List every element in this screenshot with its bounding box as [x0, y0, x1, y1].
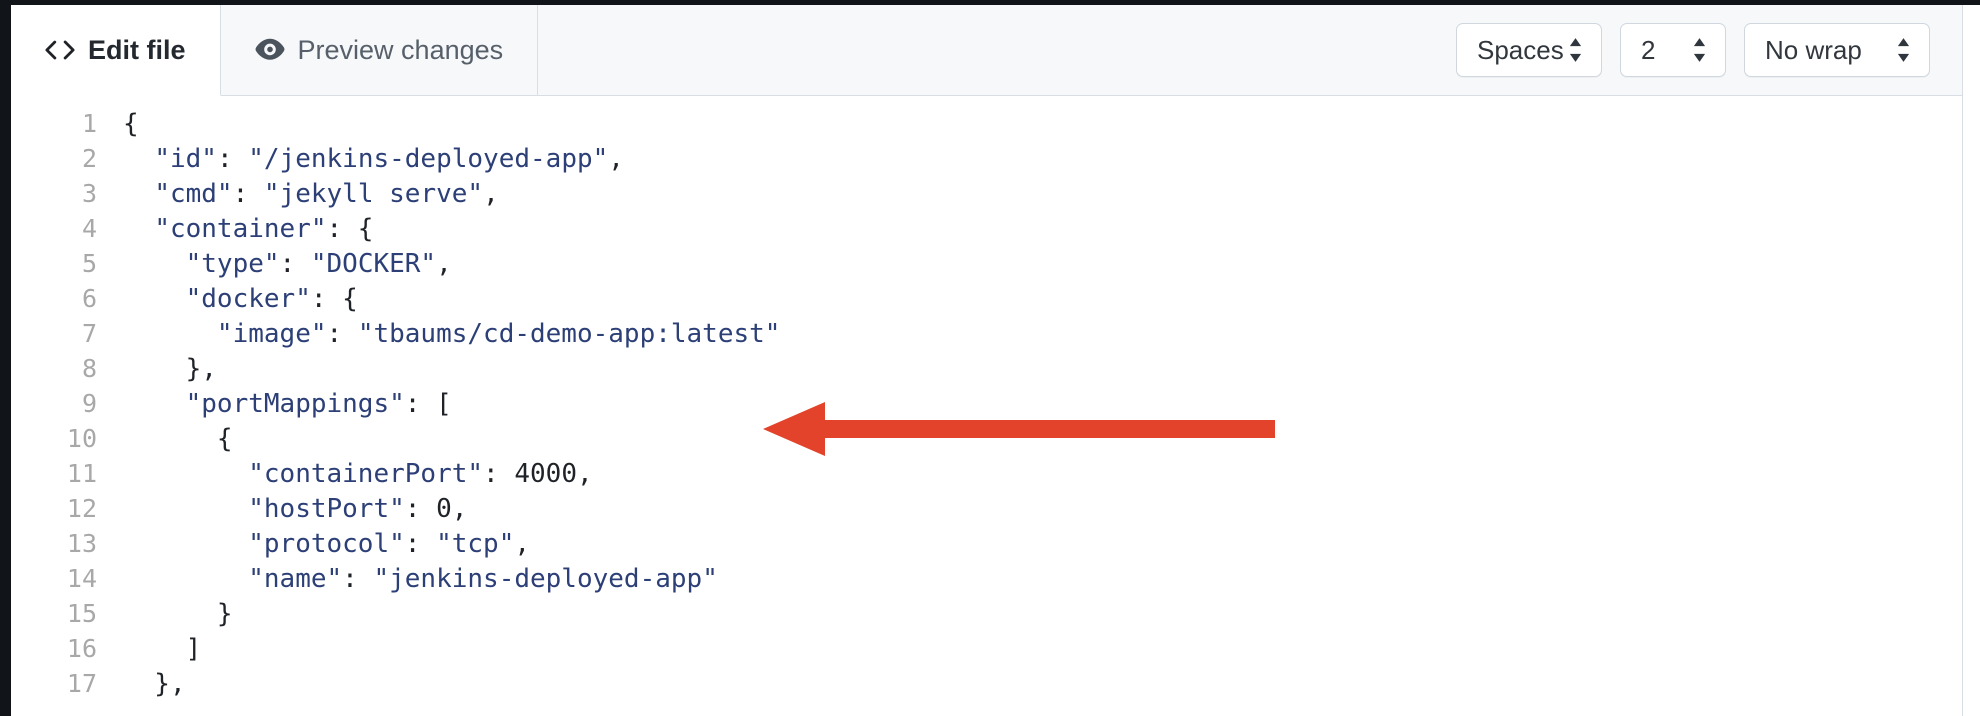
code-line-text: "containerPort": 4000, [248, 459, 593, 489]
line-number: 1 [81, 109, 97, 138]
tab-preview-changes[interactable]: Preview changes [221, 5, 539, 95]
code-line-text: } [123, 599, 233, 629]
code-line-text: { [123, 424, 233, 454]
code-lines: 1{2 "id": "/jenkins-deployed-app", 3 "cmd… [11, 106, 1962, 701]
code-line-text: "image": "tbaums/cd-demo-app:latest" [216, 319, 781, 349]
indent-mode-select[interactable]: Spaces [1456, 23, 1602, 77]
line-number: 16 [66, 634, 97, 663]
editor-header-controls: Spaces 2 No wrap [1456, 5, 1962, 95]
code-line: 14 "name": "jenkins-deployed-app" [11, 561, 1962, 596]
code-line-text: "hostPort": 0, [248, 494, 468, 524]
code-line: 7 "image": "tbaums/cd-demo-app:latest" [11, 316, 1962, 351]
editor-tablist: Edit file Preview changes [11, 5, 539, 96]
code-line-text: "cmd": "jekyll serve", [154, 179, 499, 209]
line-number: 9 [81, 389, 97, 418]
code-line-text: ] [123, 634, 202, 664]
code-line-text: "docker": { [185, 284, 358, 314]
chevron-updown-icon [1894, 36, 1913, 64]
code-line: 6 "docker": { [11, 281, 1962, 316]
chevron-updown-icon [1690, 36, 1709, 64]
line-number: 3 [81, 179, 97, 208]
indent-mode-value: Spaces [1477, 34, 1564, 65]
line-number: 10 [66, 424, 97, 453]
line-number: 15 [66, 599, 97, 628]
line-number: 11 [66, 459, 97, 488]
code-line-text: { [123, 109, 139, 139]
indent-size-value: 2 [1641, 34, 1656, 65]
code-line-text: "name": "jenkins-deployed-app" [248, 564, 718, 594]
screenshot-root: Edit file Preview changes Spaces 2 No wr… [0, 0, 1980, 716]
wrap-mode-select[interactable]: No wrap [1744, 23, 1930, 77]
code-line-text: "portMappings": [ [185, 389, 452, 419]
code-line: 13 "protocol": "tcp", [11, 526, 1962, 561]
code-icon [45, 35, 75, 65]
code-line-text: "id": "/jenkins-deployed-app", [154, 144, 624, 174]
code-line: 1{ [11, 106, 1962, 141]
code-line-text: }, [123, 669, 186, 699]
line-number: 7 [81, 319, 97, 348]
eye-icon [255, 35, 285, 65]
line-number: 12 [66, 494, 97, 523]
code-editor-content[interactable]: 1{2 "id": "/jenkins-deployed-app", 3 "cmd… [11, 96, 1962, 715]
window-right-rule [1962, 5, 1963, 716]
code-line: 4 "container": { [11, 211, 1962, 246]
line-number: 2 [81, 144, 97, 173]
line-number: 6 [81, 284, 97, 313]
code-line: 17 }, [11, 666, 1962, 701]
code-line: 15 } [11, 596, 1962, 631]
code-line: 9 "portMappings": [ [11, 386, 1962, 421]
code-line: 10 { [11, 421, 1962, 456]
code-line-text: }, [123, 354, 217, 384]
indent-size-select[interactable]: 2 [1620, 23, 1726, 77]
code-line: 12 "hostPort": 0, [11, 491, 1962, 526]
line-number: 8 [81, 354, 97, 383]
line-number: 4 [81, 214, 97, 243]
line-number: 17 [66, 669, 97, 698]
window-left-edge [0, 0, 11, 716]
line-number: 13 [66, 529, 97, 558]
code-line: 16 ] [11, 631, 1962, 666]
code-line: 5 "type": "DOCKER", [11, 246, 1962, 281]
code-line: 8 }, [11, 351, 1962, 386]
code-line-text: "type": "DOCKER", [185, 249, 452, 279]
tab-preview-changes-label: Preview changes [297, 34, 504, 65]
file-editor: Edit file Preview changes Spaces 2 No wr… [11, 5, 1962, 716]
line-number: 14 [66, 564, 97, 593]
wrap-mode-value: No wrap [1765, 34, 1862, 65]
code-line: 3 "cmd": "jekyll serve", [11, 176, 1962, 211]
tab-edit-file[interactable]: Edit file [11, 5, 221, 96]
line-number: 5 [81, 249, 97, 278]
code-line-text: "container": { [154, 214, 374, 244]
code-line-text: "protocol": "tcp", [248, 529, 531, 559]
tab-edit-file-label: Edit file [88, 34, 186, 65]
code-line: 2 "id": "/jenkins-deployed-app", [11, 141, 1962, 176]
code-line: 11 "containerPort": 4000, [11, 456, 1962, 491]
chevron-updown-icon [1566, 36, 1585, 64]
editor-header: Edit file Preview changes Spaces 2 No wr… [11, 5, 1962, 96]
